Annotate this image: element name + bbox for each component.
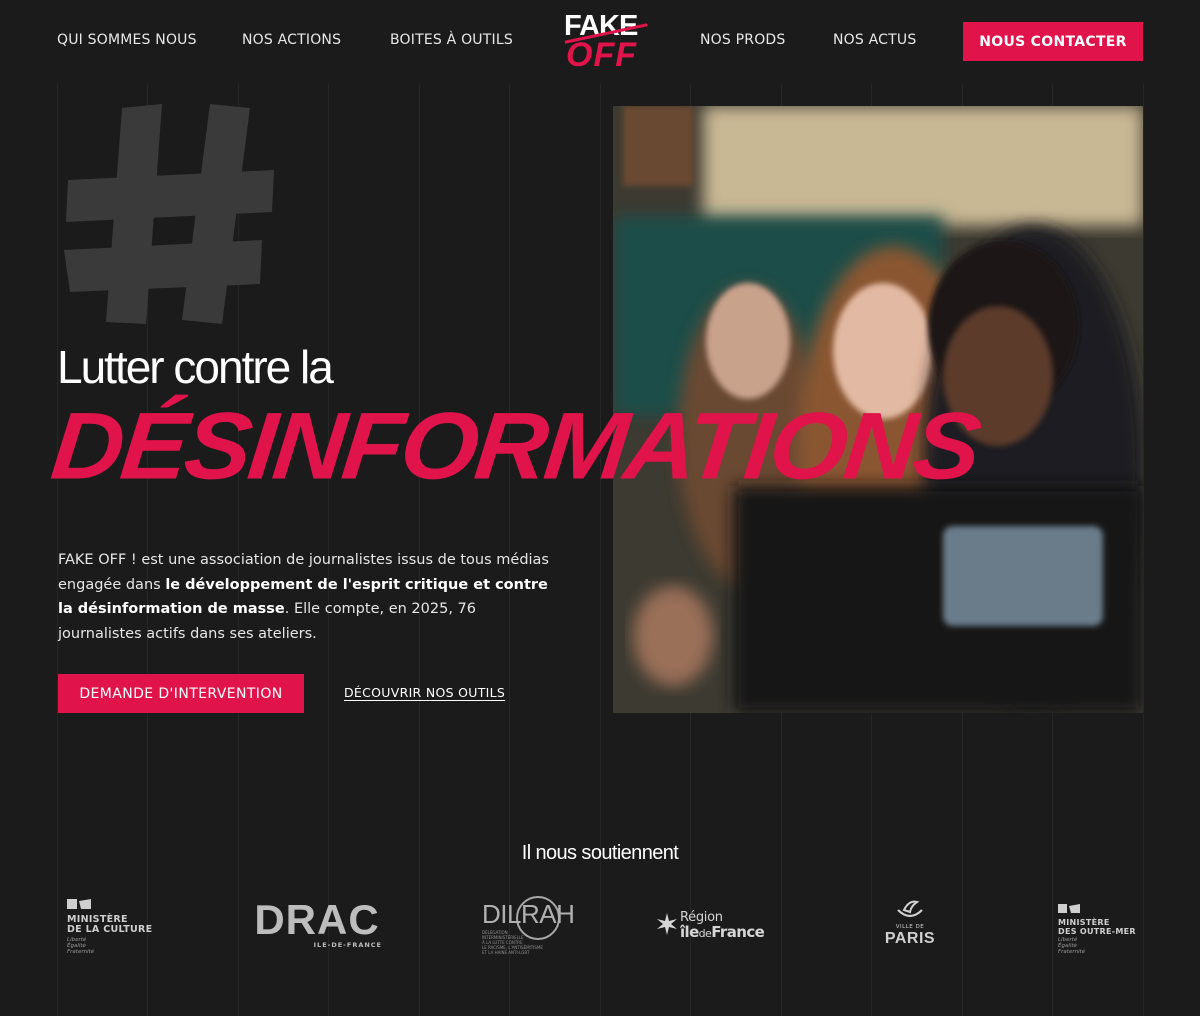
dilrah-name: DILRAH: [482, 899, 575, 929]
hero-heading: Lutter contre la: [57, 341, 334, 393]
ministere-outre-mer-line2: DES OUTRE-MER: [1058, 927, 1136, 936]
paris-ship-icon: [897, 900, 923, 918]
logo-dilrah[interactable]: DILRAH DÉLÉGATION INTERMINISTÉRIELLE À L…: [482, 893, 575, 955]
paris-line2: PARIS: [884, 930, 936, 947]
nav-qui-sommes-nous[interactable]: QUI SOMMES NOUS: [57, 32, 197, 48]
region-ile: île: [680, 923, 699, 941]
region-de: de: [698, 927, 712, 940]
marianne-icon: [1058, 904, 1080, 913]
nav-nos-actions[interactable]: NOS ACTIONS: [242, 32, 341, 48]
logo-ministere-culture[interactable]: MINISTÈRE DE LA CULTURE Liberté Égalité …: [67, 896, 167, 955]
logo-ministere-outre-mer[interactable]: MINISTÈRE DES OUTRE-MER Liberté Égalité …: [1058, 899, 1148, 955]
nav-nos-actus[interactable]: NOS ACTUS: [833, 32, 916, 48]
logo-drac[interactable]: DRAC ILE-DE-FRANCE: [252, 896, 382, 950]
request-intervention-button[interactable]: DEMANDE D'INTERVENTION: [58, 674, 304, 713]
discover-tools-link[interactable]: DÉCOUVRIR NOS OUTILS: [344, 685, 505, 700]
ministere-outre-mer-motto3: Fraternité: [1058, 949, 1086, 955]
hero-brush-word: DÉSINFORMATIONS: [46, 392, 984, 500]
site-header: QUI SOMMES NOUS NOS ACTIONS BOITES À OUT…: [0, 0, 1200, 84]
region-france: France: [711, 923, 765, 941]
drac-name: DRAC: [254, 896, 380, 943]
hashtag-icon: [64, 104, 274, 324]
ministere-culture-motto3: Fraternité: [67, 949, 95, 955]
ministere-culture-line2: DE LA CULTURE: [67, 924, 153, 935]
logo-off-text: OFF: [566, 36, 637, 74]
marianne-icon: [67, 899, 91, 909]
hero-description: FAKE OFF ! est une association de journa…: [58, 548, 558, 646]
star-icon: [657, 913, 677, 935]
supporters-title: Il nous soutiennent: [521, 842, 679, 864]
nav-boites-a-outils[interactable]: BOITES À OUTILS: [390, 32, 513, 48]
ministere-outre-mer-line1: MINISTÈRE: [1058, 918, 1110, 927]
dilrah-sub5: ET LA HAINE ANTI-LGBT: [482, 950, 530, 955]
contact-button[interactable]: NOUS CONTACTER: [963, 22, 1143, 61]
nav-nos-prods[interactable]: NOS PRODS: [700, 32, 786, 48]
logo-ville-de-paris[interactable]: VILLE DE PARIS: [880, 898, 940, 947]
fake-off-logo[interactable]: FAKE OFF: [558, 10, 654, 74]
